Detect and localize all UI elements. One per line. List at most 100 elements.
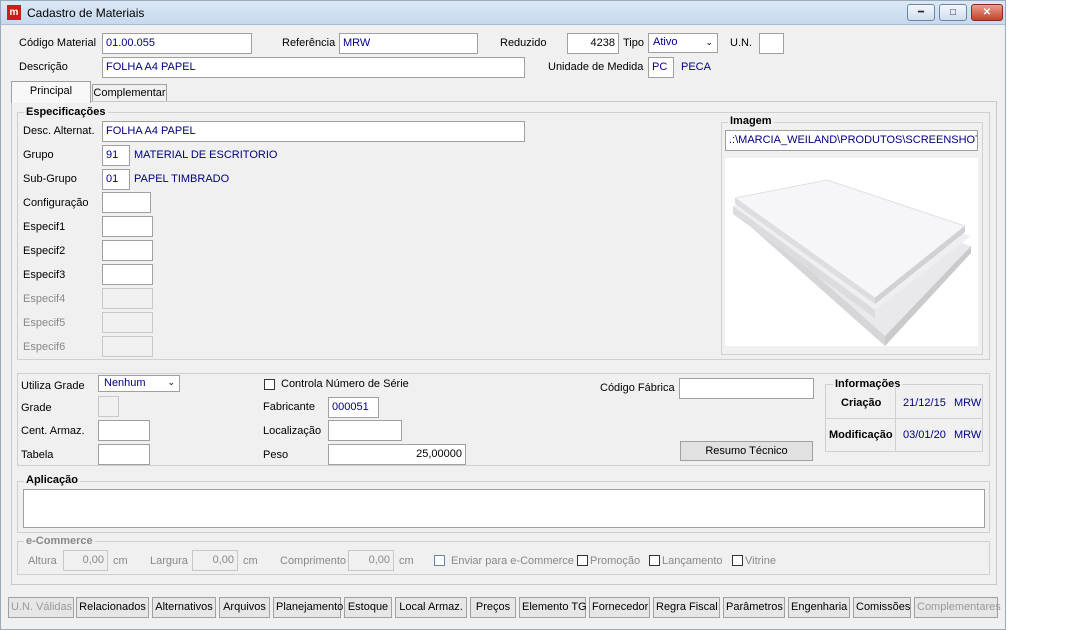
enviar-ecommerce-label: Enviar para e-Commerce [451,555,574,567]
especif6-input [102,336,153,357]
tipo-select[interactable]: Ativo ⌄ [648,33,718,53]
especif4-input [102,288,153,309]
complementares-button[interactable]: Complementares [914,597,1001,618]
criacao-date: 21/12/15 [903,397,946,409]
subgrupo-input[interactable]: 01 [102,169,130,190]
unidade-medida-name: PECA [681,61,711,73]
criacao-user: MRW [954,397,982,409]
fabricante-input[interactable]: 000051 [328,397,379,418]
especif2-input[interactable] [102,240,153,261]
codigo-material-input[interactable]: 01.00.055 [102,33,252,54]
aplicacao-textarea[interactable] [23,489,985,528]
utiliza-grade-label: Utiliza Grade [21,380,85,392]
localizacao-label: Localização [263,425,322,437]
imagem-path-input[interactable]: .:\MARCIA_WEILAND\PRODUTOS\SCREENSHOT_1 [725,130,978,151]
desc-alternat-input[interactable]: FOLHA A4 PAPEL [102,121,525,142]
lancamento-checkbox[interactable] [649,555,660,566]
app-logo-icon: m [7,5,21,20]
maximize-button[interactable]: □ [939,4,967,21]
modificacao-date: 03/01/20 [903,429,946,441]
enviar-ecommerce-checkbox[interactable] [434,555,445,566]
desc-alternat-label: Desc. Alternat. [23,125,95,137]
peso-label: Peso [263,449,289,461]
especif1-input[interactable] [102,216,153,237]
informacoes-title: Informações [833,378,903,390]
grade-label: Grade [21,402,52,414]
comprimento-unit: cm [399,555,414,567]
largura-unit: cm [243,555,258,567]
especif2-label: Especif2 [23,245,66,257]
reduzido-input[interactable]: 4238 [567,33,619,54]
regra-fiscal-button[interactable]: Regra Fiscal [653,597,720,618]
configuracao-input[interactable] [102,192,151,213]
resumo-tecnico-button[interactable]: Resumo Técnico [680,441,813,461]
especificacoes-title: Especificações [24,106,108,118]
fornecedor-button[interactable]: Fornecedor [589,597,650,618]
relacionados-button[interactable]: Relacionados [76,597,149,618]
comprimento-label: Comprimento [280,555,347,567]
altura-unit: cm [113,555,128,567]
parametros-button[interactable]: Parâmetros [723,597,785,618]
vitrine-label: Vitrine [745,555,776,567]
utiliza-grade-select[interactable]: Nenhum ⌄ [98,375,180,392]
un-input[interactable] [759,33,784,54]
configuracao-label: Configuração [23,197,89,209]
product-image [725,158,978,346]
especif3-label: Especif3 [23,269,66,281]
planejamento-button[interactable]: Planejamento [273,597,343,618]
alternativos-button[interactable]: Alternativos [152,597,216,618]
peso-input[interactable]: 25,00000 [328,444,466,465]
tab-principal[interactable]: Principal [11,81,91,103]
tab-complementar[interactable]: Complementar [92,84,167,101]
controla-serie-checkbox[interactable] [264,379,275,390]
cent-armaz-input[interactable] [98,420,150,441]
promocao-label: Promoção [590,555,641,567]
aplicacao-title: Aplicação [24,474,80,486]
codigo-material-label: Código Material [19,37,97,49]
vitrine-checkbox[interactable] [732,555,743,566]
modificacao-user: MRW [954,429,982,441]
ecommerce-title: e-Commerce [24,535,95,547]
un-validas-button[interactable]: U.N. Válidas [8,597,74,618]
close-button[interactable]: ✕ [971,4,1003,21]
modificacao-label: Modificação [829,429,893,441]
un-label: U.N. [730,37,752,49]
largura-input: 0,00 [192,550,238,571]
especif5-input [102,312,153,333]
localizacao-input[interactable] [328,420,402,441]
tabela-input[interactable] [98,444,150,465]
codigo-fabrica-input[interactable] [679,378,814,399]
referencia-label: Referência [282,37,336,49]
comissoes-button[interactable]: Comissões [853,597,911,618]
utiliza-grade-value: Nenhum [104,377,146,389]
elemento-tg-button[interactable]: Elemento TG [519,597,587,618]
referencia-input[interactable]: MRW [339,33,478,54]
grupo-name: MATERIAL DE ESCRITORIO [134,149,278,161]
informacoes-row-divider [826,418,982,419]
main-window: m Cadastro de Materiais ━ □ ✕ Código Mat… [0,0,1006,630]
fabricante-label: Fabricante [263,401,315,413]
tipo-select-value: Ativo [653,36,678,48]
descricao-input[interactable]: FOLHA A4 PAPEL [102,57,525,78]
subgrupo-label: Sub-Grupo [23,173,77,185]
local-armaz-button[interactable]: Local Armaz. [395,597,467,618]
engenharia-button[interactable]: Engenharia [788,597,850,618]
subgrupo-name: PAPEL TIMBRADO [134,173,230,185]
criacao-label: Criação [841,397,882,409]
especif3-input[interactable] [102,264,153,285]
especif6-label: Especif6 [23,341,66,353]
promocao-checkbox[interactable] [577,555,588,566]
especif4-label: Especif4 [23,293,66,305]
minimize-button[interactable]: ━ [907,4,935,21]
chevron-down-icon: ⌄ [705,37,713,47]
especif1-label: Especif1 [23,221,66,233]
grupo-input[interactable]: 91 [102,145,130,166]
unidade-medida-input[interactable]: PC [648,57,674,78]
precos-button[interactable]: Preços [470,597,516,618]
arquivos-button[interactable]: Arquivos [219,597,270,618]
estoque-button[interactable]: Estoque [344,597,392,618]
grupo-label: Grupo [23,149,54,161]
especif5-label: Especif5 [23,317,66,329]
comprimento-input: 0,00 [348,550,394,571]
grade-input [98,396,119,417]
